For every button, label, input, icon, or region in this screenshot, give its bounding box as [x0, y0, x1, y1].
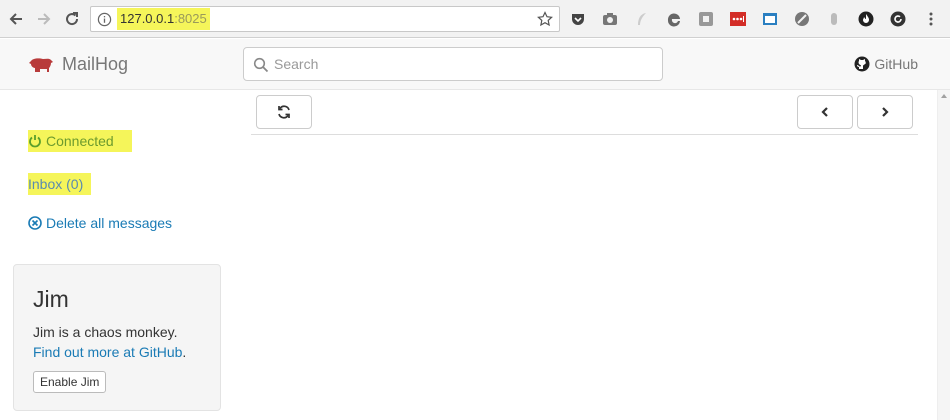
delete-all-label: Delete all messages — [46, 215, 173, 231]
puzzle-icon[interactable] — [697, 10, 715, 28]
delete-all-link[interactable]: Delete all messages — [28, 215, 172, 231]
feather-icon[interactable] — [633, 10, 651, 28]
refresh-button[interactable] — [256, 95, 312, 129]
forward-arrow-icon — [38, 13, 51, 25]
brand-link[interactable]: MailHog — [28, 54, 128, 75]
enable-jim-button[interactable]: Enable Jim — [33, 371, 107, 393]
chevron-right-icon — [882, 107, 889, 117]
address-bar[interactable]: 127.0.0.1:8025 — [90, 6, 560, 32]
connection-status: Connected — [28, 130, 132, 152]
reload-icon — [66, 12, 79, 26]
mailhog-logo-icon — [29, 57, 53, 72]
next-page-button[interactable] — [857, 95, 913, 129]
reload-button[interactable] — [62, 8, 82, 30]
jim-github-link[interactable]: Find out more at GitHub — [33, 344, 182, 360]
connected-label: Connected — [46, 133, 114, 149]
refresh-circle-icon[interactable] — [889, 10, 907, 28]
back-button[interactable] — [6, 8, 26, 30]
refresh-icon — [278, 105, 290, 119]
jim-panel: Jim Jim is a chaos monkey. Find out more… — [13, 264, 221, 411]
screen-icon[interactable] — [761, 10, 779, 28]
jim-description: Jim is a chaos monkey. — [33, 324, 178, 340]
back-arrow-icon — [9, 13, 22, 25]
mouse-icon[interactable] — [825, 10, 843, 28]
toolbar-divider — [251, 134, 918, 135]
url-text[interactable]: 127.0.0.1:8025 — [117, 8, 210, 30]
jim-title: Jim — [33, 286, 69, 312]
camera-icon[interactable] — [601, 10, 619, 28]
app-navbar: MailHog GitHub — [0, 39, 950, 90]
power-icon — [29, 135, 41, 148]
url-port: :8025 — [174, 11, 207, 26]
pocket-icon[interactable] — [569, 10, 587, 28]
slash-icon[interactable] — [793, 10, 811, 28]
jim-more-suffix: . — [182, 344, 187, 360]
fire-icon[interactable] — [857, 10, 875, 28]
inbox-link[interactable]: Inbox (0) — [28, 173, 92, 195]
github-label: GitHub — [874, 56, 918, 72]
inbox-label: Inbox (0) — [28, 173, 92, 195]
github-link[interactable]: GitHub — [854, 56, 918, 72]
jim-more: Find out more at GitHub. — [33, 342, 186, 362]
delete-circle-icon — [28, 216, 42, 230]
brand-name: MailHog — [62, 54, 129, 74]
lastpass-icon[interactable] — [729, 10, 747, 28]
github-icon — [854, 56, 870, 72]
scroll-up-arrow-icon[interactable] — [941, 94, 947, 98]
menu-icon[interactable] — [922, 10, 940, 28]
search-input[interactable] — [274, 48, 654, 80]
edge-icon[interactable] — [665, 10, 683, 28]
bookmark-star-icon[interactable] — [537, 11, 553, 27]
search-box[interactable] — [243, 47, 663, 81]
prev-page-button[interactable] — [797, 95, 853, 129]
url-host: 127.0.0.1 — [120, 11, 175, 26]
info-icon[interactable] — [97, 12, 112, 27]
search-icon — [253, 57, 269, 73]
chevron-left-icon — [821, 107, 828, 117]
scrollbar[interactable] — [937, 90, 950, 420]
browser-toolbar: 127.0.0.1:8025 — [0, 0, 950, 38]
forward-button[interactable] — [34, 8, 54, 30]
connection-status-highlight: Connected — [28, 130, 132, 152]
